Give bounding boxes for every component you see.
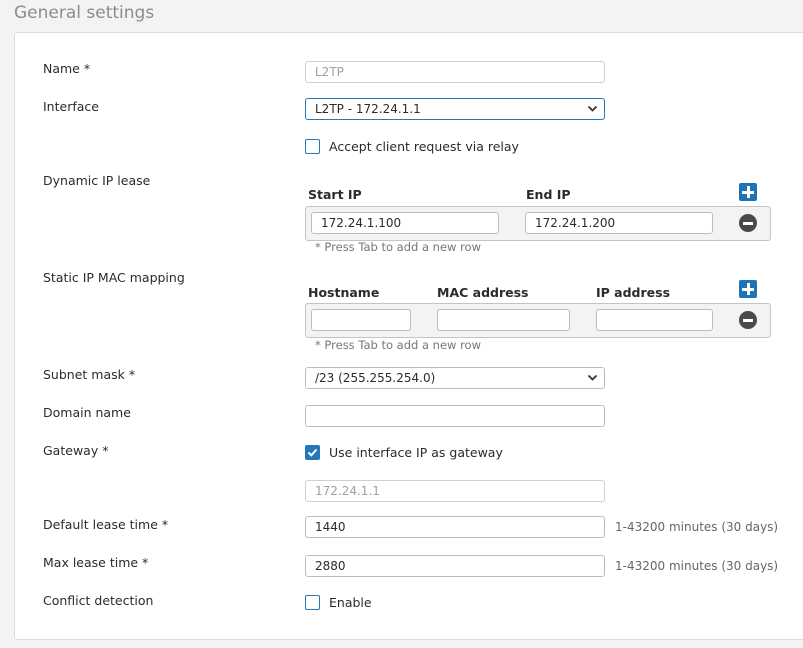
interface-label: Interface (43, 99, 99, 114)
relay-checkbox[interactable] (305, 139, 320, 154)
add-static-mapping-row-button[interactable] (739, 280, 757, 298)
gateway-checkbox-label: Use interface IP as gateway (329, 445, 503, 460)
subnet-mask-select-value: /23 (255.255.254.0) (315, 371, 436, 385)
default-lease-time-label: Default lease time * (43, 517, 169, 532)
relay-checkbox-label: Accept client request via relay (329, 139, 519, 154)
gateway-checkbox[interactable] (305, 445, 320, 460)
dynamic-lease-hint: * Press Tab to add a new row (315, 240, 481, 254)
end-ip-header: End IP (526, 187, 571, 202)
domain-name-field[interactable] (305, 405, 605, 427)
hostname-header: Hostname (308, 285, 380, 300)
conflict-detection-checkbox[interactable] (305, 595, 320, 610)
start-ip-field[interactable] (311, 212, 499, 234)
checkmark-icon (307, 448, 318, 457)
gateway-label: Gateway * (43, 443, 109, 458)
mac-address-header: MAC address (437, 285, 529, 300)
section-title: General settings (14, 3, 155, 23)
add-dynamic-lease-row-button[interactable] (739, 183, 757, 201)
static-mapping-hint: * Press Tab to add a new row (315, 338, 481, 352)
conflict-detection-checkbox-label: Enable (329, 595, 372, 610)
dynamic-ip-lease-label: Dynamic IP lease (43, 173, 151, 188)
default-lease-time-field[interactable] (305, 516, 605, 538)
conflict-detection-label: Conflict detection (43, 593, 154, 608)
ip-address-header: IP address (596, 285, 671, 300)
subnet-mask-select[interactable]: /23 (255.255.254.0) (305, 367, 605, 389)
end-ip-field[interactable] (525, 212, 713, 234)
chevron-down-icon (587, 374, 598, 381)
ip-address-field[interactable] (596, 309, 713, 331)
start-ip-header: Start IP (308, 187, 362, 202)
static-ip-mac-label: Static IP MAC mapping (43, 270, 185, 285)
domain-name-label: Domain name (43, 405, 131, 420)
hostname-field[interactable] (311, 309, 411, 331)
mac-address-field[interactable] (437, 309, 570, 331)
max-lease-time-field[interactable] (305, 555, 605, 577)
interface-select-value: L2TP - 172.24.1.1 (315, 102, 421, 116)
interface-select[interactable]: L2TP - 172.24.1.1 (305, 98, 605, 120)
subnet-mask-label: Subnet mask * (43, 367, 136, 382)
remove-static-mapping-row-button[interactable] (739, 311, 757, 329)
remove-dynamic-lease-row-button[interactable] (739, 214, 757, 232)
name-field[interactable] (305, 61, 605, 83)
name-label: Name * (43, 61, 91, 76)
max-lease-time-units: 1-43200 minutes (30 days) (615, 559, 779, 573)
chevron-down-icon (587, 105, 598, 112)
gateway-ip-field[interactable] (305, 480, 605, 502)
max-lease-time-label: Max lease time * (43, 555, 149, 570)
default-lease-time-units: 1-43200 minutes (30 days) (615, 520, 779, 534)
